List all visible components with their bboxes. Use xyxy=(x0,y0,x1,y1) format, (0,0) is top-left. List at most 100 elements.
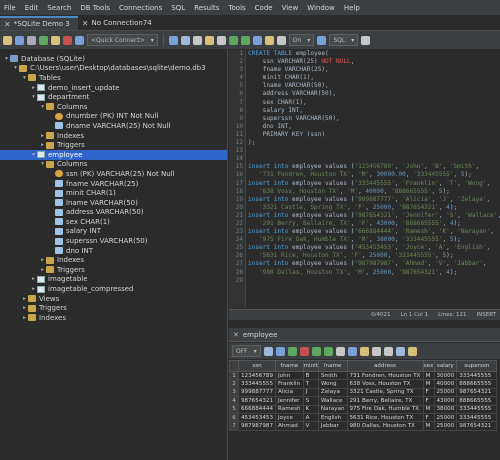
disconnect-icon[interactable] xyxy=(63,35,72,45)
table-cell[interactable]: F xyxy=(422,387,435,398)
code-text[interactable]: CREATE TABLE employee( ssn VARCHAR(25) N… xyxy=(248,50,500,308)
chevron-right-icon[interactable]: ▸ xyxy=(21,315,28,321)
table-cell[interactable]: V xyxy=(302,421,319,431)
table-cell[interactable]: Narayan xyxy=(317,404,348,414)
table-row[interactable]: 1 123456789 John B Smith 731 Fondren, Houston… xyxy=(229,370,498,381)
tree-item[interactable]: ssn (PK) VARCHAR(25) Not Null xyxy=(0,169,227,179)
table-cell[interactable]: 40000 xyxy=(433,379,458,389)
table-cell[interactable]: Wallace xyxy=(317,396,348,406)
grid-icon[interactable] xyxy=(317,35,327,45)
table-row[interactable]: 4 987654321 Jennifer S Wallace 291 Berry, Bel… xyxy=(229,396,498,406)
table-cell[interactable]: M xyxy=(422,421,435,431)
close-icon[interactable]: ✕ xyxy=(82,19,89,28)
table-cell[interactable]: B xyxy=(302,370,319,381)
list-icon[interactable] xyxy=(216,35,226,45)
table-cell[interactable]: K xyxy=(302,404,319,414)
import-icon[interactable] xyxy=(359,346,369,356)
tree-item[interactable]: dno INT xyxy=(0,246,227,256)
menu-view[interactable]: View xyxy=(282,4,299,12)
sql-type-select[interactable]: SQL ▾ xyxy=(329,34,359,46)
chevron-right-icon[interactable]: ▸ xyxy=(21,305,28,311)
table-cell[interactable]: Joyce xyxy=(275,412,304,423)
table-cell[interactable]: 123456789 xyxy=(237,370,277,381)
table-cell[interactable]: 5631 Rice, Houston TX xyxy=(346,412,424,423)
filter-icon[interactable] xyxy=(263,346,273,356)
table-cell[interactable]: 291 Berry, Bellaire, TX xyxy=(346,396,424,406)
save-all-icon[interactable] xyxy=(27,35,36,45)
export-icon[interactable] xyxy=(347,346,357,356)
menu-search[interactable]: Search xyxy=(47,4,71,12)
table-cell[interactable]: 333445555 xyxy=(456,404,498,414)
tree-item[interactable]: ▸ Views xyxy=(0,294,227,304)
delete-row-icon[interactable] xyxy=(299,346,309,356)
table-cell[interactable]: T xyxy=(302,379,319,389)
column-header[interactable]: sex xyxy=(422,360,435,372)
table-cell[interactable]: Jabbar xyxy=(317,421,348,431)
table-cell[interactable]: Franklin xyxy=(275,379,304,389)
table-cell[interactable]: Smith xyxy=(317,370,348,381)
save-icon[interactable] xyxy=(15,35,24,45)
menu-help[interactable]: Help xyxy=(344,4,360,12)
table-cell[interactable]: J xyxy=(302,387,319,398)
table-row[interactable]: 6 453453453 Joyce A English 5631 Rice, Housto… xyxy=(229,412,498,423)
tree-item[interactable]: address VARCHAR(50) xyxy=(0,208,227,218)
table-cell[interactable]: M xyxy=(422,404,435,414)
tree-item[interactable]: ▸ imagetable xyxy=(0,275,227,285)
grid-view-icon[interactable] xyxy=(371,346,381,356)
table-cell[interactable]: 333445555 xyxy=(237,379,277,389)
table-cell[interactable]: 30000 xyxy=(433,370,458,381)
chevron-right-icon[interactable]: ▸ xyxy=(39,142,46,148)
rollback-icon[interactable] xyxy=(240,35,250,45)
tree-item[interactable]: superssn VARCHAR(50) xyxy=(0,236,227,246)
tree-item[interactable]: ▸ imagetable_compressed xyxy=(0,284,227,294)
table-cell[interactable]: Ramesh xyxy=(275,404,304,414)
menu-connections[interactable]: Connections xyxy=(119,4,162,12)
transaction-icon[interactable] xyxy=(252,35,262,45)
table-cell[interactable]: S xyxy=(302,396,319,406)
column-header[interactable]: lname xyxy=(317,360,348,372)
chevron-down-icon[interactable]: ▾ xyxy=(39,161,46,167)
sql-editor[interactable]: 1 2 3 4 5 6 7 8 9 10 11 12 13 14 15 16 17 18 19 20 21 22 23 24 2… xyxy=(229,50,500,323)
chevron-right-icon[interactable]: ▸ xyxy=(30,286,37,292)
table-cell[interactable]: English xyxy=(317,412,348,423)
explain-icon[interactable] xyxy=(204,35,214,45)
column-header[interactable]: minit xyxy=(302,360,319,372)
run-script-icon[interactable] xyxy=(180,35,190,45)
table-cell[interactable]: Zelaya xyxy=(317,387,348,398)
chevron-right-icon[interactable]: ▸ xyxy=(39,267,46,273)
refresh-icon[interactable] xyxy=(275,346,285,356)
table-row[interactable]: 3 999887777 Alicia J Zelaya 3321 Castle, Spri… xyxy=(229,387,498,398)
table-cell[interactable]: 666884444 xyxy=(237,404,277,414)
tree-item[interactable]: ▸ Indexes xyxy=(0,131,227,141)
table-cell[interactable]: 980 Dallas, Houston TX xyxy=(346,421,424,431)
tree-item[interactable]: lname VARCHAR(50) xyxy=(0,198,227,208)
run-icon[interactable] xyxy=(168,35,178,45)
menu-results[interactable]: Results xyxy=(194,4,219,12)
table-cell[interactable]: Ahmad xyxy=(275,421,304,431)
table-cell[interactable]: A xyxy=(302,412,319,423)
table-cell[interactable]: F xyxy=(422,412,435,423)
tree-item[interactable]: ▸ Triggers xyxy=(0,303,227,313)
table-cell[interactable]: 38000 xyxy=(433,404,458,414)
chevron-right-icon[interactable]: ▸ xyxy=(39,257,46,263)
chevron-down-icon[interactable]: ▾ xyxy=(39,104,46,110)
table-cell[interactable]: 888665555 xyxy=(456,396,498,406)
chevron-down-icon[interactable]: ▾ xyxy=(30,152,37,158)
tree-item[interactable]: ▸ demo_insert_update xyxy=(0,83,227,93)
column-header[interactable]: address xyxy=(346,360,424,372)
tree-item[interactable]: ▾ Database (SQLite) xyxy=(0,54,227,64)
autocommit-select[interactable]: On ▾ xyxy=(288,34,315,46)
table-cell[interactable]: 999887777 xyxy=(237,387,277,398)
navigate-icon[interactable] xyxy=(335,346,345,356)
chevron-right-icon[interactable]: ▸ xyxy=(30,85,37,91)
tab-sqlite-demo-3[interactable]: ✕ *SQLite Demo 3 xyxy=(0,16,78,30)
chevron-down-icon[interactable]: ▾ xyxy=(21,75,28,81)
table-cell[interactable]: 987654321 xyxy=(456,387,498,398)
table-cell[interactable]: 987987987 xyxy=(237,421,277,431)
table-cell[interactable]: 333445555 xyxy=(456,412,498,423)
table-cell[interactable]: 333445555 xyxy=(456,370,498,381)
history-icon[interactable] xyxy=(264,35,274,45)
menu-window[interactable]: Window xyxy=(307,4,335,12)
column-header[interactable]: ssn xyxy=(237,360,277,372)
edit-icon[interactable] xyxy=(407,346,417,356)
